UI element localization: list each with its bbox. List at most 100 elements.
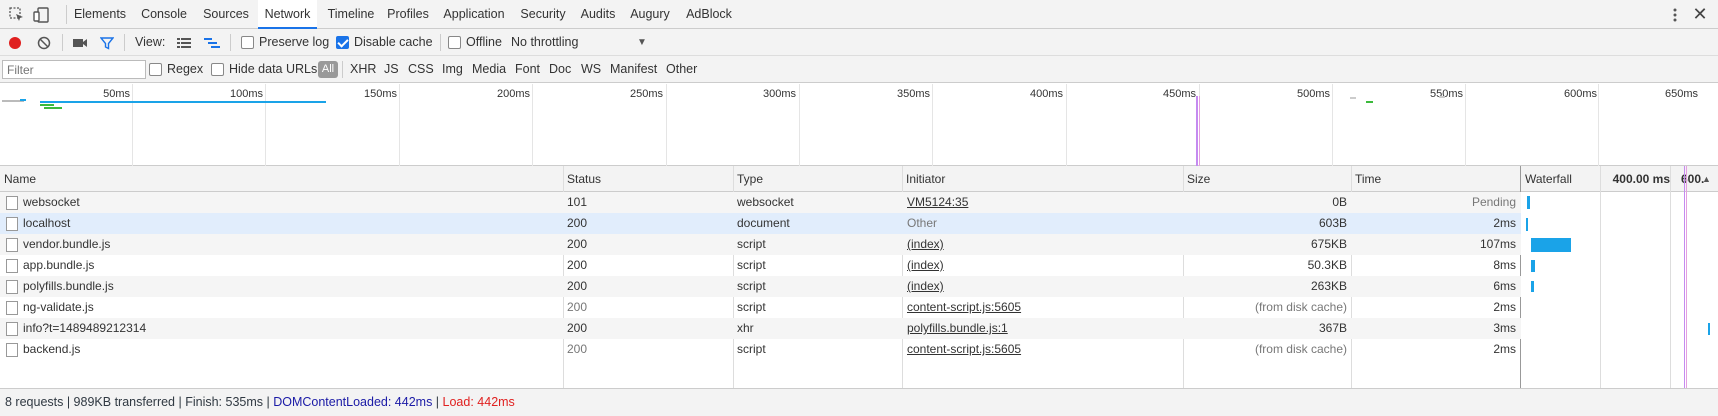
overview-tick-label: 150ms	[363, 88, 397, 100]
toolbar-divider	[440, 34, 441, 51]
filter-img[interactable]: Img	[442, 56, 463, 83]
preserve-log-checkbox[interactable]	[241, 36, 254, 49]
filter-media[interactable]: Media	[472, 56, 506, 83]
column-header-size[interactable]: Size	[1183, 166, 1210, 192]
tab-network[interactable]: Network	[258, 0, 317, 29]
table-row[interactable]: websocket 101 websocket VM5124:35 0B Pen…	[0, 192, 1521, 213]
filter-other[interactable]: Other	[666, 56, 697, 83]
request-initiator[interactable]: (index)	[907, 234, 944, 255]
load-marker	[1686, 166, 1687, 388]
overview-gridline	[799, 84, 800, 166]
devtools-tabbar: Elements Console Sources Network Timelin…	[0, 0, 1718, 29]
inspect-element-icon[interactable]	[8, 6, 26, 24]
preserve-log-label[interactable]: Preserve log	[259, 29, 329, 56]
request-initiator[interactable]: (index)	[907, 255, 944, 276]
request-name: localhost	[23, 216, 71, 230]
list-view-icon[interactable]	[177, 37, 191, 49]
request-status: 200	[567, 237, 588, 251]
hide-data-urls-checkbox[interactable]	[211, 63, 224, 76]
request-size: 367B	[1318, 321, 1347, 335]
overview-bar	[1366, 101, 1373, 103]
capture-screenshots-icon[interactable]	[72, 37, 88, 49]
tab-application[interactable]: Application	[438, 0, 510, 29]
toolbar-divider	[124, 34, 125, 51]
request-initiator: Other	[907, 216, 938, 230]
request-initiator[interactable]: VM5124:35	[907, 192, 968, 213]
filter-manifest[interactable]: Manifest	[610, 56, 657, 83]
request-initiator[interactable]: (index)	[907, 276, 944, 297]
overview-tick-label: 200ms	[496, 88, 530, 100]
throttling-select[interactable]: No throttling ▼	[511, 29, 651, 56]
offline-label[interactable]: Offline	[466, 29, 502, 56]
filter-css[interactable]: CSS	[408, 56, 434, 83]
table-row[interactable]: ng-validate.js 200 script content-script…	[0, 297, 1521, 318]
filter-doc[interactable]: Doc	[549, 56, 571, 83]
request-status: 200	[567, 300, 588, 314]
request-time: 8ms	[1493, 258, 1516, 272]
hide-data-urls-label[interactable]: Hide data URLs	[229, 56, 317, 83]
request-initiator[interactable]: polyfills.bundle.js:1	[907, 318, 1008, 339]
waterfall-bar	[1531, 260, 1535, 272]
tab-augury[interactable]: Augury	[626, 0, 674, 29]
request-name: vendor.bundle.js	[23, 237, 111, 251]
column-divider	[1670, 166, 1671, 388]
file-icon	[6, 301, 18, 315]
column-header-name[interactable]: Name	[0, 166, 36, 192]
filter-js[interactable]: JS	[384, 56, 399, 83]
tab-adblock[interactable]: AdBlock	[681, 0, 737, 29]
column-header-status[interactable]: Status	[563, 166, 601, 192]
table-row[interactable]: backend.js 200 script content-script.js:…	[0, 339, 1521, 360]
clear-icon[interactable]	[37, 36, 51, 50]
filter-ws[interactable]: WS	[581, 56, 601, 83]
status-bar: 8 requests | 989KB transferred | Finish:…	[0, 388, 1718, 416]
more-options-icon[interactable]	[1667, 6, 1683, 24]
overview-gridline	[532, 84, 533, 166]
table-row[interactable]: info?t=1489489212314 200 xhr polyfills.b…	[0, 318, 1521, 339]
tab-profiles[interactable]: Profiles	[384, 0, 432, 29]
overview-bar	[1350, 97, 1356, 99]
chevron-down-icon: ▼	[637, 37, 647, 48]
tab-timeline[interactable]: Timeline	[323, 0, 379, 29]
device-toolbar-icon[interactable]	[32, 6, 50, 24]
tab-audits[interactable]: Audits	[576, 0, 620, 29]
table-row[interactable]: vendor.bundle.js 200 script (index) 675K…	[0, 234, 1521, 255]
tab-console[interactable]: Console	[136, 0, 192, 29]
network-toolbar: View: Preserve log Disable cache Offline…	[0, 29, 1718, 56]
tab-elements[interactable]: Elements	[71, 0, 129, 29]
filter-all-button[interactable]: All	[318, 61, 338, 78]
file-icon	[6, 217, 18, 231]
filter-input[interactable]	[2, 60, 146, 79]
filter-icon[interactable]	[100, 36, 114, 50]
overview-gridline	[1598, 84, 1599, 166]
regex-label[interactable]: Regex	[167, 56, 203, 83]
filter-font[interactable]: Font	[515, 56, 540, 83]
column-header-waterfall[interactable]: Waterfall	[1521, 166, 1572, 192]
table-row[interactable]: polyfills.bundle.js 200 script (index) 2…	[0, 276, 1521, 297]
file-icon	[6, 196, 18, 210]
request-initiator[interactable]: content-script.js:5605	[907, 339, 1021, 360]
sort-ascending-icon[interactable]: ▲	[1702, 166, 1711, 192]
table-row[interactable]: app.bundle.js 200 script (index) 50.3KB …	[0, 255, 1521, 276]
overview-gridline	[1066, 84, 1067, 166]
close-icon[interactable]: ✕	[1690, 4, 1710, 24]
regex-checkbox[interactable]	[149, 63, 162, 76]
timeline-overview[interactable]: 50ms 100ms 150ms 200ms 250ms 300ms 350ms…	[0, 84, 1718, 166]
column-header-initiator[interactable]: Initiator	[902, 166, 945, 192]
disable-cache-checkbox[interactable]	[336, 36, 349, 49]
waterfall-bar	[1527, 196, 1530, 209]
overview-gridline	[399, 84, 400, 166]
tab-security[interactable]: Security	[516, 0, 570, 29]
offline-checkbox[interactable]	[448, 36, 461, 49]
tab-sources[interactable]: Sources	[199, 0, 253, 29]
request-type: script	[737, 237, 766, 251]
column-header-time[interactable]: Time	[1351, 166, 1381, 192]
tabbar-divider	[66, 5, 67, 24]
request-initiator[interactable]: content-script.js:5605	[907, 297, 1021, 318]
overview-view-icon[interactable]	[204, 37, 220, 49]
disable-cache-label[interactable]: Disable cache	[354, 29, 433, 56]
column-header-type[interactable]: Type	[733, 166, 763, 192]
filter-xhr[interactable]: XHR	[350, 56, 376, 83]
column-divider	[1600, 166, 1601, 388]
table-row[interactable]: localhost 200 document Other 603B 2ms	[0, 213, 1521, 234]
record-icon[interactable]	[8, 36, 22, 50]
